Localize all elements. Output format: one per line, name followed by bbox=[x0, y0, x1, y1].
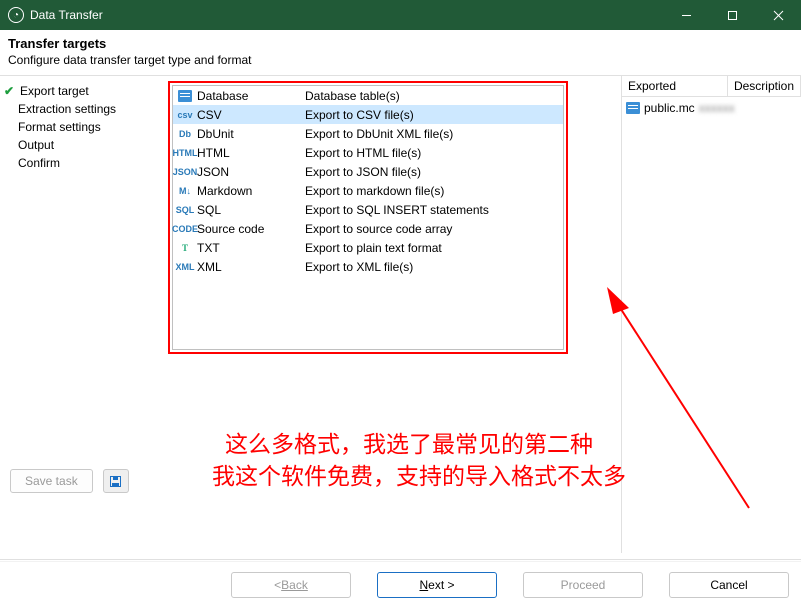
format-desc: Export to plain text format bbox=[305, 241, 563, 255]
footer-separator bbox=[0, 559, 801, 560]
step-label: Export target bbox=[20, 84, 89, 98]
formats-list[interactable]: Database Database table(s) csv CSV Expor… bbox=[172, 85, 564, 350]
format-desc: Export to XML file(s) bbox=[305, 260, 563, 274]
xml-icon: XML bbox=[177, 259, 193, 275]
step-export-target[interactable]: ✔ Export target bbox=[0, 82, 163, 100]
database-icon bbox=[177, 88, 193, 104]
format-row-txt[interactable]: T TXT Export to plain text format bbox=[173, 238, 563, 257]
titlebar: ◔ Data Transfer bbox=[0, 0, 801, 30]
csv-icon: csv bbox=[177, 107, 193, 123]
cancel-button[interactable]: Cancel bbox=[669, 572, 789, 598]
back-button[interactable]: < Back bbox=[231, 572, 351, 598]
window-title: Data Transfer bbox=[30, 8, 663, 22]
format-row-json[interactable]: JSON JSON Export to JSON file(s) bbox=[173, 162, 563, 181]
format-row-html[interactable]: HTML HTML Export to HTML file(s) bbox=[173, 143, 563, 162]
exported-panel: Exported Description public.mc xxxxxx bbox=[621, 76, 801, 553]
html-icon: HTML bbox=[177, 145, 193, 161]
txt-icon: T bbox=[177, 240, 193, 256]
format-name: Source code bbox=[197, 222, 305, 236]
formats-box: Database Database table(s) csv CSV Expor… bbox=[168, 81, 568, 354]
page-subtitle: Configure data transfer target type and … bbox=[8, 53, 793, 67]
annotation-line-1: 这么多格式，我选了最常见的第二种 bbox=[225, 431, 593, 459]
step-confirm[interactable]: Confirm bbox=[0, 154, 163, 172]
format-desc: Database table(s) bbox=[305, 89, 563, 103]
col-exported[interactable]: Exported bbox=[622, 76, 728, 96]
format-desc: Export to SQL INSERT statements bbox=[305, 203, 563, 217]
object-name-blurred: xxxxxx bbox=[699, 101, 735, 115]
app-icon: ◔ bbox=[8, 7, 24, 23]
format-name: Database bbox=[197, 89, 305, 103]
dbunit-icon: Db bbox=[177, 126, 193, 142]
header: Transfer targets Configure data transfer… bbox=[0, 30, 801, 75]
format-name: HTML bbox=[197, 146, 305, 160]
format-row-source-code[interactable]: CODE Source code Export to source code a… bbox=[173, 219, 563, 238]
next-button[interactable]: Next > bbox=[377, 572, 497, 598]
step-label: Confirm bbox=[18, 156, 60, 170]
format-row-xml[interactable]: XML XML Export to XML file(s) bbox=[173, 257, 563, 276]
step-label: Extraction settings bbox=[18, 102, 116, 116]
format-row-dbunit[interactable]: Db DbUnit Export to DbUnit XML file(s) bbox=[173, 124, 563, 143]
step-label: Output bbox=[18, 138, 54, 152]
code-icon: CODE bbox=[177, 221, 193, 237]
markdown-icon: M↓ bbox=[177, 183, 193, 199]
sql-icon: SQL bbox=[177, 202, 193, 218]
col-description[interactable]: Description bbox=[728, 76, 801, 96]
annotation-line-2: 我这个软件免费，支持的导入格式不太多 bbox=[212, 463, 626, 491]
format-name: JSON bbox=[197, 165, 305, 179]
format-desc: Export to HTML file(s) bbox=[305, 146, 563, 160]
footer: < Back Next > Proceed Cancel bbox=[0, 562, 801, 608]
format-row-csv[interactable]: csv CSV Export to CSV file(s) bbox=[173, 105, 563, 124]
exported-header: Exported Description bbox=[622, 76, 801, 97]
step-output[interactable]: Output bbox=[0, 136, 163, 154]
check-icon: ✔ bbox=[4, 84, 16, 98]
format-desc: Export to JSON file(s) bbox=[305, 165, 563, 179]
json-icon: JSON bbox=[177, 164, 193, 180]
format-name: SQL bbox=[197, 203, 305, 217]
format-row-sql[interactable]: SQL SQL Export to SQL INSERT statements bbox=[173, 200, 563, 219]
exported-object[interactable]: public.mc xxxxxx bbox=[626, 99, 797, 117]
format-desc: Export to DbUnit XML file(s) bbox=[305, 127, 563, 141]
content: ✔ Export target Extraction settings Form… bbox=[0, 75, 801, 553]
page-title: Transfer targets bbox=[8, 36, 793, 51]
format-desc: Export to markdown file(s) bbox=[305, 184, 563, 198]
exported-list: public.mc xxxxxx bbox=[622, 97, 801, 553]
object-name: public.mc bbox=[644, 101, 695, 115]
table-icon bbox=[626, 102, 640, 114]
proceed-button[interactable]: Proceed bbox=[523, 572, 643, 598]
format-name: Markdown bbox=[197, 184, 305, 198]
format-name: CSV bbox=[197, 108, 305, 122]
step-format-settings[interactable]: Format settings bbox=[0, 118, 163, 136]
save-task-config-button[interactable] bbox=[103, 469, 129, 493]
format-desc: Export to CSV file(s) bbox=[305, 108, 563, 122]
step-label: Format settings bbox=[18, 120, 101, 134]
format-name: DbUnit bbox=[197, 127, 305, 141]
close-button[interactable] bbox=[755, 0, 801, 30]
save-icon bbox=[109, 475, 122, 488]
step-extraction-settings[interactable]: Extraction settings bbox=[0, 100, 163, 118]
save-task-row: Save task bbox=[10, 469, 129, 493]
minimize-button[interactable] bbox=[663, 0, 709, 30]
maximize-button[interactable] bbox=[709, 0, 755, 30]
save-task-button[interactable]: Save task bbox=[10, 469, 93, 493]
back-label: Back bbox=[281, 578, 308, 592]
format-row-database[interactable]: Database Database table(s) bbox=[173, 86, 563, 105]
format-desc: Export to source code array bbox=[305, 222, 563, 236]
format-row-markdown[interactable]: M↓ Markdown Export to markdown file(s) bbox=[173, 181, 563, 200]
format-name: TXT bbox=[197, 241, 305, 255]
format-name: XML bbox=[197, 260, 305, 274]
next-label: ext > bbox=[428, 578, 454, 592]
